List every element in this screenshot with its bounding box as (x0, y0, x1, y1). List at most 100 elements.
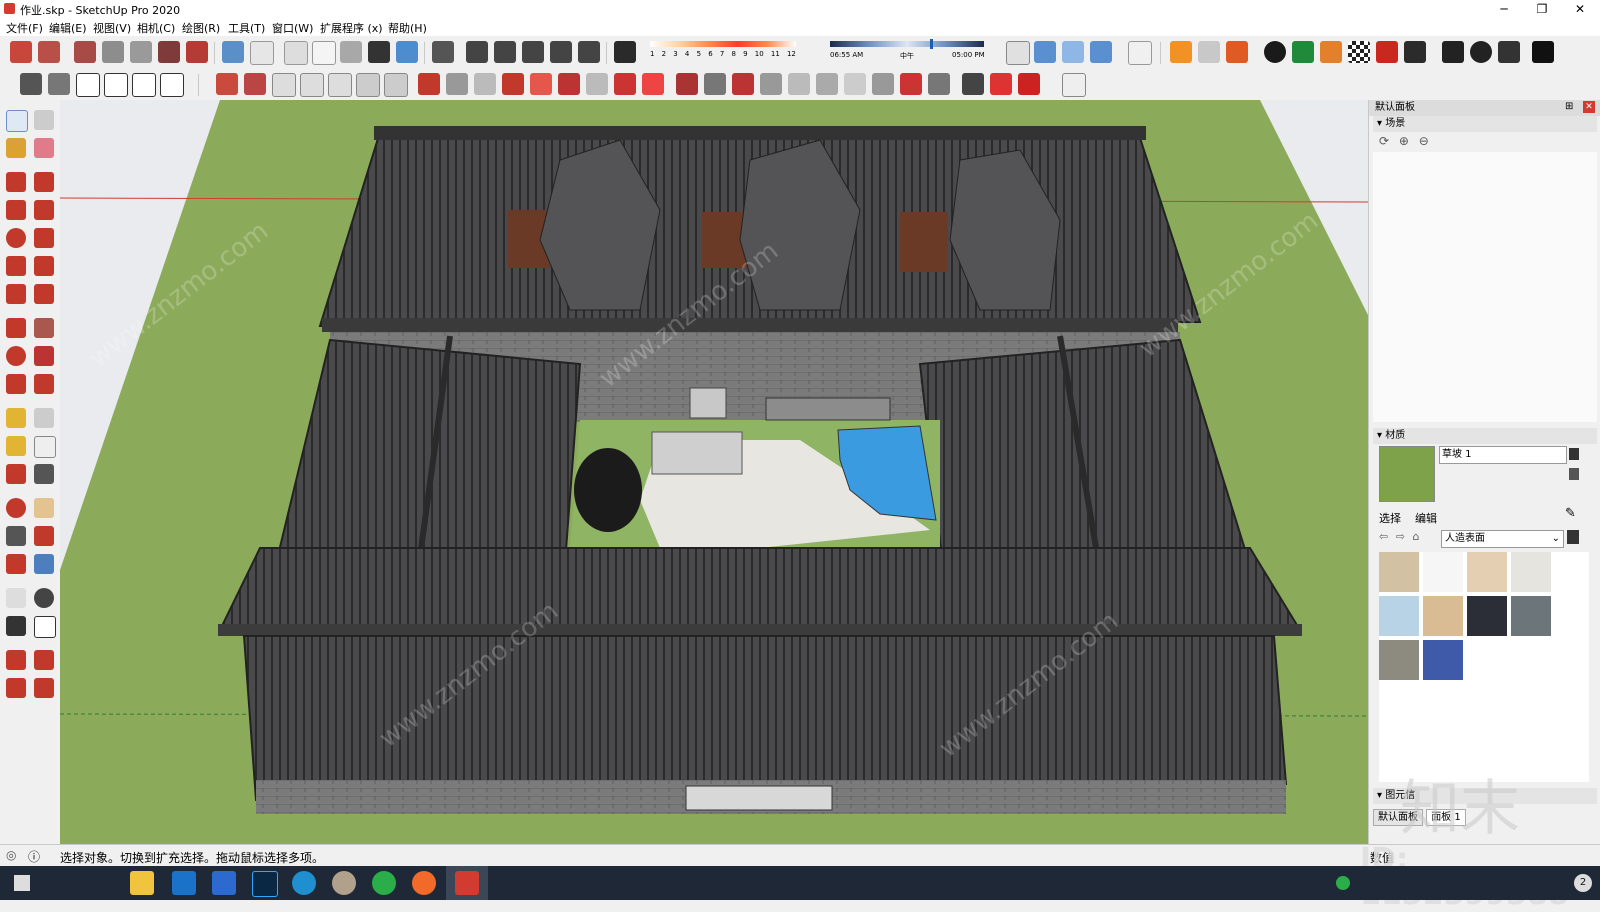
push-pull-icon[interactable] (34, 318, 54, 338)
menu-tools[interactable]: 工具(T) (228, 20, 265, 36)
three-point-arc-icon[interactable] (6, 284, 26, 304)
plugin-tool-16-icon[interactable] (642, 73, 664, 95)
start-icon[interactable] (14, 875, 30, 891)
material-swatch[interactable] (1423, 552, 1463, 592)
tab-edit[interactable]: 编辑 (1415, 510, 1437, 526)
material-swatch[interactable] (1467, 552, 1507, 592)
mail-icon[interactable] (1442, 41, 1464, 63)
pan-hand-icon[interactable] (34, 498, 54, 518)
time-slider-handle[interactable] (930, 39, 933, 49)
scenes-list[interactable] (1373, 152, 1597, 422)
material-swatch[interactable] (1511, 552, 1551, 592)
tray-close-icon[interactable]: ✕ (1583, 101, 1595, 113)
home-icon[interactable]: ⌂ (1412, 530, 1419, 543)
material-swatch[interactable] (1379, 596, 1419, 636)
tab-select[interactable]: 选择 (1379, 510, 1401, 526)
edge-icon[interactable] (292, 871, 316, 895)
plugin-tool-22-icon[interactable] (816, 73, 838, 95)
circle-icon[interactable] (6, 228, 26, 248)
sketchup-taskbar-button[interactable] (446, 866, 488, 900)
refresh-scene-icon[interactable]: ⟳ (1379, 134, 1389, 148)
material-swatch[interactable] (1467, 596, 1507, 636)
section-plane-icon[interactable] (1034, 41, 1056, 63)
materials-header[interactable]: ▾ 材质 (1373, 428, 1597, 444)
follow-me-icon[interactable] (34, 346, 54, 366)
material-create-icon[interactable] (1569, 448, 1579, 460)
material-swatch[interactable] (1511, 596, 1551, 636)
su-app-icon[interactable] (1018, 73, 1040, 95)
plugin-tool-23-icon[interactable] (844, 73, 866, 95)
freehand-icon[interactable] (34, 172, 54, 192)
plugin-tool-24-icon[interactable] (872, 73, 894, 95)
menu-draw[interactable]: 绘图(R) (182, 20, 220, 36)
menu-view[interactable]: 视图(V) (93, 20, 131, 36)
plan-icon[interactable] (38, 41, 60, 63)
add-scene-icon[interactable]: ⊕ (1399, 134, 1409, 148)
move-icon[interactable] (6, 318, 26, 338)
intersect-icon[interactable] (550, 41, 572, 63)
close-button[interactable]: ✕ (1563, 0, 1597, 18)
union-icon[interactable] (466, 41, 488, 63)
plugin-tool-3-icon[interactable] (272, 73, 296, 97)
plugin-tool-2-icon[interactable] (244, 73, 266, 95)
scale-icon[interactable] (6, 374, 26, 394)
account-user-icon[interactable] (1532, 41, 1554, 63)
plugin-tool-14-icon[interactable] (586, 73, 608, 95)
extension-warehouse-icon[interactable] (1170, 41, 1192, 63)
menu-file[interactable]: 文件(F) (6, 20, 43, 36)
rotate-icon[interactable] (6, 346, 26, 366)
section-cut-icon[interactable] (1090, 41, 1112, 63)
style-builder-icon[interactable] (1348, 41, 1370, 63)
plugin-tool-7-icon[interactable] (384, 73, 408, 97)
3d-warehouse-icon[interactable] (1292, 41, 1314, 63)
plugin-tool-1-icon[interactable] (216, 73, 238, 95)
model-scene[interactable] (60, 100, 1368, 844)
front-view-icon[interactable] (130, 41, 152, 63)
axes-icon[interactable] (6, 464, 26, 484)
layout-icon[interactable] (1320, 41, 1342, 63)
gable-icon[interactable] (132, 73, 156, 97)
protractor-icon[interactable] (6, 436, 26, 456)
shaded-textures-icon[interactable] (368, 41, 390, 63)
xray-icon[interactable] (222, 41, 244, 63)
function-tool-icon[interactable] (1062, 73, 1086, 97)
material-swatch[interactable] (1379, 640, 1419, 680)
monochrome-icon[interactable] (396, 41, 418, 63)
section-display-icon[interactable] (1062, 41, 1084, 63)
cloud-upload-icon[interactable] (1376, 41, 1398, 63)
material-default-icon[interactable] (1569, 468, 1579, 480)
remove-scene-icon[interactable]: ⊖ (1419, 134, 1429, 148)
plugin-tool-26-icon[interactable] (928, 73, 950, 95)
eraser-icon[interactable] (34, 138, 54, 158)
component-open-icon[interactable] (20, 73, 42, 95)
plugin-tool-20-icon[interactable] (760, 73, 782, 95)
back-arrow-icon[interactable]: ⇦ (1379, 530, 1388, 543)
import-icon[interactable] (1226, 41, 1248, 63)
right-view-icon[interactable] (158, 41, 180, 63)
shadow-month-bar[interactable]: 1 2 3 4 5 6 7 8 9 10 11 12 (648, 39, 798, 65)
hidden-line-icon[interactable] (312, 41, 336, 65)
plugin-tool-18-icon[interactable] (704, 73, 726, 95)
geolocation-icon[interactable]: ◎ (6, 848, 16, 862)
details-arrow-icon[interactable] (1567, 530, 1579, 544)
plugin-tool-6-icon[interactable] (356, 73, 380, 97)
shadows-toggle-icon[interactable] (614, 41, 636, 63)
plugin-tool-21-icon[interactable] (788, 73, 810, 95)
pencil-line-icon[interactable] (6, 172, 26, 192)
menu-camera[interactable]: 相机(C) (137, 20, 175, 36)
shadow-time-bar[interactable]: 06:55 AM 中午 05:00 PM (828, 39, 986, 65)
dimension-icon[interactable] (34, 408, 54, 428)
store-icon[interactable] (212, 871, 236, 895)
subtract-icon[interactable] (494, 41, 516, 63)
house-icon[interactable] (76, 73, 100, 97)
plugin-tool-9-icon[interactable] (446, 73, 468, 95)
eyedropper-icon[interactable]: ✎ (1565, 506, 1576, 521)
look-around-eye-icon[interactable] (34, 588, 54, 608)
orbit-icon[interactable] (6, 498, 26, 518)
menu-edit[interactable]: 编辑(E) (49, 20, 87, 36)
walk-footprints-icon[interactable] (6, 616, 26, 636)
maximize-button[interactable]: ❐ (1525, 0, 1559, 18)
position-camera-tool-icon[interactable] (6, 588, 26, 608)
roof-icon[interactable] (104, 73, 128, 97)
menu-help[interactable]: 帮助(H) (388, 20, 427, 36)
